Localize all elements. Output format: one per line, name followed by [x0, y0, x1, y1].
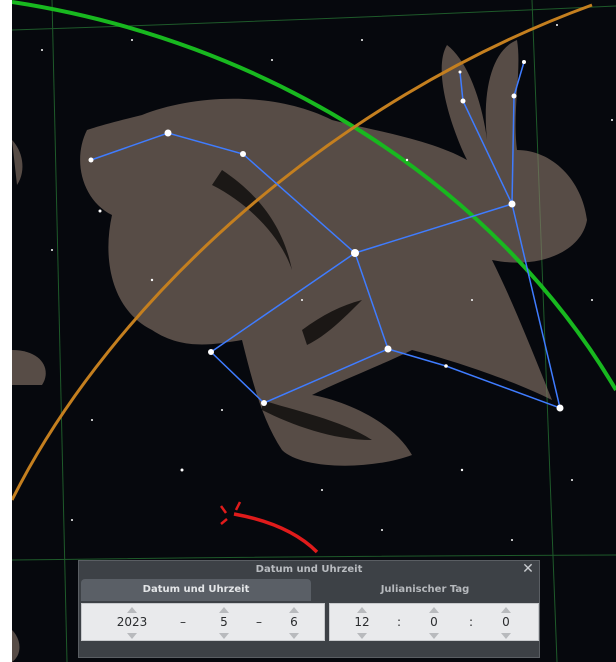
time-panel: 12 : 0 : 0 [329, 603, 539, 641]
hour-value: 12 [354, 615, 370, 629]
date-separator: – [180, 615, 186, 629]
dialog-title: Datum und Uhrzeit [255, 564, 363, 575]
hour-up-arrow-icon[interactable] [357, 607, 367, 613]
year-spinner[interactable]: 2023 [92, 604, 172, 642]
day-up-arrow-icon[interactable] [289, 607, 299, 613]
year-value: 2023 [116, 615, 148, 629]
hour-spinner[interactable]: 12 [332, 604, 392, 642]
close-icon[interactable]: ✕ [521, 562, 535, 576]
date-separator: – [256, 615, 262, 629]
month-spinner[interactable]: 5 [194, 604, 254, 642]
hour-down-arrow-icon[interactable] [357, 633, 367, 639]
minute-down-arrow-icon[interactable] [429, 633, 439, 639]
month-value: 5 [220, 615, 228, 629]
red-marker [219, 501, 319, 554]
month-up-arrow-icon[interactable] [219, 607, 229, 613]
second-down-arrow-icon[interactable] [501, 633, 511, 639]
time-separator: : [468, 615, 474, 629]
day-down-arrow-icon[interactable] [289, 633, 299, 639]
year-down-arrow-icon[interactable] [127, 633, 137, 639]
second-value: 0 [502, 615, 510, 629]
tab-date-time[interactable]: Datum und Uhrzeit [81, 579, 311, 601]
minute-value: 0 [430, 615, 438, 629]
date-time-dialog: Datum und Uhrzeit ✕ Datum und Uhrzeit Ju… [78, 560, 540, 658]
minute-up-arrow-icon[interactable] [429, 607, 439, 613]
day-value: 6 [290, 615, 298, 629]
minute-spinner[interactable]: 0 [404, 604, 464, 642]
date-panel: 2023 – 5 – 6 [81, 603, 325, 641]
second-up-arrow-icon[interactable] [501, 607, 511, 613]
time-separator: : [396, 615, 402, 629]
day-spinner[interactable]: 6 [264, 604, 324, 642]
tab-julian-day[interactable]: Julianischer Tag [311, 579, 539, 601]
month-down-arrow-icon[interactable] [219, 633, 229, 639]
second-spinner[interactable]: 0 [476, 604, 536, 642]
year-up-arrow-icon[interactable] [127, 607, 137, 613]
